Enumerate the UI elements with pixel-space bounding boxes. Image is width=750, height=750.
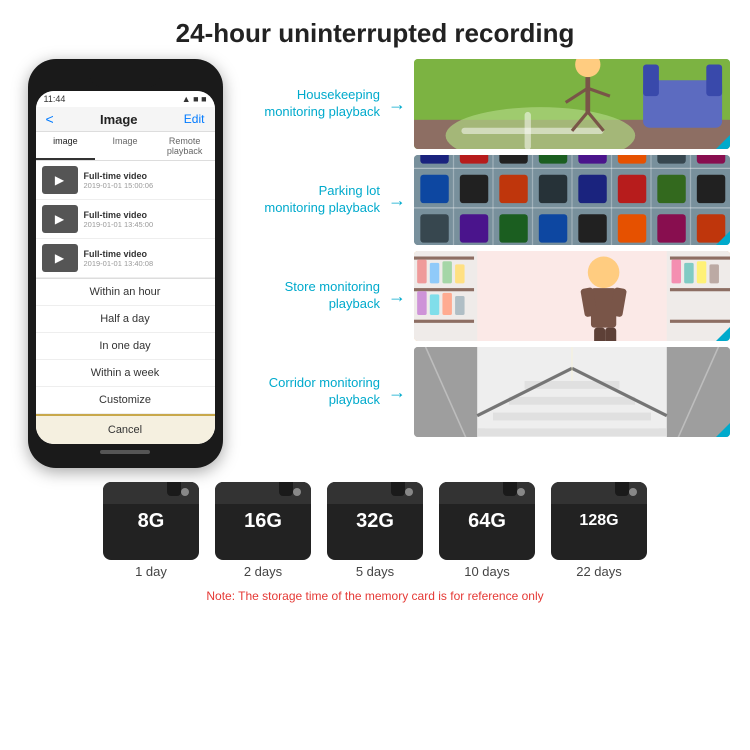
phone-edit-button[interactable]: Edit xyxy=(184,112,205,126)
dropdown-item-0[interactable]: Within an hour xyxy=(36,279,215,306)
page-title: 24-hour uninterrupted recording xyxy=(0,0,750,59)
monitor-row-parking: Parking lotmonitoring playback → xyxy=(240,155,730,245)
label-store: Store monitoringplayback xyxy=(240,279,380,313)
phone-icons: ▲ ■ ■ xyxy=(182,94,207,104)
video-thumb-2: ▶ xyxy=(42,205,78,233)
img-housekeeping xyxy=(414,59,730,149)
sd-card-64g: 64G 10 days xyxy=(439,482,535,579)
video-item-3[interactable]: ▶ Full-time video 2019-01-01 13:40:08 xyxy=(36,239,215,278)
sd-card-128g: 128G 22 days xyxy=(551,482,647,579)
tab-image2[interactable]: Image xyxy=(95,132,155,160)
video-list: ▶ Full-time video 2019-01-01 15:00:06 ▶ … xyxy=(36,161,215,278)
phone-screen: 11:44 ▲ ■ ■ < Image Edit image Image Rem… xyxy=(36,91,215,444)
phone-time: 11:44 xyxy=(44,94,66,104)
dropdown-item-4[interactable]: Customize xyxy=(36,387,215,414)
video-info-3: Full-time video 2019-01-01 13:40:08 xyxy=(84,249,154,268)
phone-status-bar: 11:44 ▲ ■ ■ xyxy=(36,91,215,107)
storage-cards: 8G 1 day 16G 2 days 32G 5 days 64G 10 da… xyxy=(103,482,647,579)
label-parking: Parking lotmonitoring playback xyxy=(240,183,380,217)
storage-section: 8G 1 day 16G 2 days 32G 5 days 64G 10 da… xyxy=(0,468,750,611)
monitor-row-store: Store monitoringplayback → xyxy=(240,251,730,341)
sd-card-16g: 16G 2 days xyxy=(215,482,311,579)
img-parking xyxy=(414,155,730,245)
video-item-2[interactable]: ▶ Full-time video 2019-01-01 13:45:00 xyxy=(36,200,215,239)
label-corridor: Corridor monitoringplayback xyxy=(240,375,380,409)
play-icon-3: ▶ xyxy=(55,251,64,265)
home-indicator xyxy=(100,450,150,454)
corner-arrow-parking xyxy=(716,231,730,245)
monitoring-panel: Housekeepingmonitoring playback → xyxy=(240,59,730,437)
cancel-button[interactable]: Cancel xyxy=(36,414,215,444)
corner-arrow-store xyxy=(716,327,730,341)
sd-days-16g: 2 days xyxy=(244,564,282,579)
sd-card-32g: 32G 5 days xyxy=(327,482,423,579)
sd-label-64g: 64G xyxy=(468,510,506,533)
video-info-1: Full-time video 2019-01-01 15:00:06 xyxy=(84,171,154,190)
label-housekeeping: Housekeepingmonitoring playback xyxy=(240,87,380,121)
sd-card-body-16g: 16G xyxy=(215,482,311,560)
phone-nav-title: Image xyxy=(100,112,138,127)
play-icon-2: ▶ xyxy=(55,212,64,226)
sd-card-body-8g: 8G xyxy=(103,482,199,560)
sd-label-16g: 16G xyxy=(244,510,282,533)
tab-remote-playback[interactable]: Remote playback xyxy=(155,132,215,160)
monitor-row-housekeeping: Housekeepingmonitoring playback → xyxy=(240,59,730,149)
sd-notch-32g xyxy=(391,482,405,496)
corner-arrow-corridor xyxy=(716,423,730,437)
video-thumb-1: ▶ xyxy=(42,166,78,194)
sd-card-8g: 8G 1 day xyxy=(103,482,199,579)
video-info-2: Full-time video 2019-01-01 13:45:00 xyxy=(84,210,154,229)
arrow-parking: → xyxy=(388,190,406,211)
img-corridor xyxy=(414,347,730,437)
phone-notch xyxy=(90,69,160,87)
phone-nav-bar: < Image Edit xyxy=(36,107,215,132)
monitor-row-corridor: Corridor monitoringplayback → xyxy=(240,347,730,437)
arrow-corridor: → xyxy=(388,382,406,403)
arrow-store: → xyxy=(388,286,406,307)
sd-label-32g: 32G xyxy=(356,510,394,533)
sd-card-body-128g: 128G xyxy=(551,482,647,560)
sd-card-body-64g: 64G xyxy=(439,482,535,560)
arrow-housekeeping: → xyxy=(388,94,406,115)
sd-notch-64g xyxy=(503,482,517,496)
dropdown-item-2[interactable]: In one day xyxy=(36,333,215,360)
phone-tabs: image Image Remote playback xyxy=(36,132,215,161)
sd-days-8g: 1 day xyxy=(135,564,167,579)
tab-image[interactable]: image xyxy=(36,132,96,160)
dropdown-item-3[interactable]: Within a week xyxy=(36,360,215,387)
sd-days-64g: 10 days xyxy=(464,564,510,579)
sd-notch-128g xyxy=(615,482,629,496)
play-icon-1: ▶ xyxy=(55,173,64,187)
video-item-1[interactable]: ▶ Full-time video 2019-01-01 15:00:06 xyxy=(36,161,215,200)
phone-back-button[interactable]: < xyxy=(46,111,54,127)
video-thumb-3: ▶ xyxy=(42,244,78,272)
sd-notch-16g xyxy=(279,482,293,496)
sd-days-128g: 22 days xyxy=(576,564,622,579)
sd-label-8g: 8G xyxy=(138,510,165,533)
storage-note: Note: The storage time of the memory car… xyxy=(206,589,543,603)
img-store xyxy=(414,251,730,341)
sd-card-body-32g: 32G xyxy=(327,482,423,560)
corner-arrow-housekeeping xyxy=(716,135,730,149)
phone-dropdown: Within an hour Half a day In one day Wit… xyxy=(36,278,215,444)
dropdown-item-1[interactable]: Half a day xyxy=(36,306,215,333)
phone-mockup: 11:44 ▲ ■ ■ < Image Edit image Image Rem… xyxy=(20,59,230,468)
sd-days-32g: 5 days xyxy=(356,564,394,579)
sd-label-128g: 128G xyxy=(579,512,618,530)
sd-notch-8g xyxy=(167,482,181,496)
